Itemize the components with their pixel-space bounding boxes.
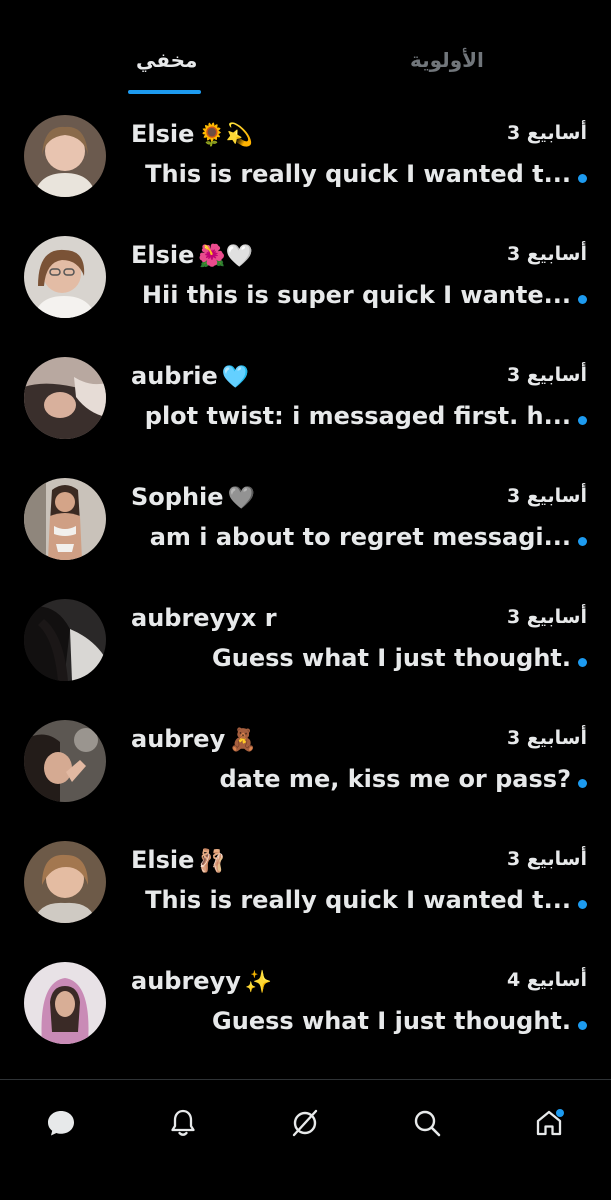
avatar[interactable] xyxy=(24,599,106,681)
avatar-photo xyxy=(24,478,106,560)
avatar-photo xyxy=(24,357,106,439)
conversation-time: 3 أسابيع xyxy=(506,122,587,144)
tab-hidden[interactable]: مخفي xyxy=(136,48,197,72)
message-preview: Hii this is super quick I wante... xyxy=(141,281,571,309)
unread-dot xyxy=(578,658,587,667)
avatar-photo xyxy=(24,841,106,923)
message-preview: plot twist: i messaged first. h... xyxy=(144,402,571,430)
unread-dot xyxy=(578,416,587,425)
message-preview: This is really quick I wanted t... xyxy=(145,886,571,914)
name-emoji: ✨ xyxy=(244,970,273,995)
conversation-name: aubreyy ✨ xyxy=(131,967,273,995)
grok-icon xyxy=(292,1109,318,1137)
search-tab[interactable] xyxy=(402,1098,452,1148)
conversation-row[interactable]: aubreyyx r 3 أسابيع Guess what I just th… xyxy=(0,584,611,705)
conversation-row[interactable]: aubrey 🧸 3 أسابيع date me, kiss me or pas… xyxy=(0,705,611,826)
conversation-name: Elsie 🌻💫 xyxy=(131,120,254,148)
avatar[interactable] xyxy=(24,357,106,439)
avatar-photo xyxy=(24,720,106,802)
conversation-name: Sophie 🩶 xyxy=(131,483,255,511)
message-preview: date me, kiss me or pass? xyxy=(219,765,571,793)
avatar-photo xyxy=(24,962,106,1044)
avatar[interactable] xyxy=(24,841,106,923)
unread-dot xyxy=(578,537,587,546)
avatar[interactable] xyxy=(24,962,106,1044)
avatar-photo xyxy=(24,599,106,681)
message-preview: Guess what I just thought. xyxy=(212,1007,571,1035)
bottom-nav xyxy=(0,1080,611,1200)
conversation-row[interactable]: Elsie 🌻💫 3 أسابيع This is really quick I … xyxy=(0,100,611,221)
unread-dot xyxy=(578,900,587,909)
tab-priority[interactable]: الأولوية xyxy=(410,48,484,72)
home-badge-dot xyxy=(556,1109,564,1117)
name-emoji: 🌻💫 xyxy=(198,123,254,148)
search-icon xyxy=(414,1110,441,1137)
conversation-list: Elsie 🌻💫 3 أسابيع This is really quick I … xyxy=(0,100,611,1068)
conversation-time: 3 أسابيع xyxy=(506,848,587,870)
conversation-name: aubrie 🩵 xyxy=(131,362,250,390)
conversation-row[interactable]: Elsie 🩰 3 أسابيع This is really quick I w… xyxy=(0,826,611,947)
unread-dot xyxy=(578,295,587,304)
name-emoji: 🩶 xyxy=(227,486,255,511)
message-preview: Guess what I just thought. xyxy=(212,644,571,672)
messages-icon xyxy=(48,1111,74,1136)
name-emoji: 🩰 xyxy=(198,849,226,874)
unread-dot xyxy=(578,1021,587,1030)
conversation-row[interactable]: aubrie 🩵 3 أسابيع plot twist: i messaged … xyxy=(0,342,611,463)
home-tab[interactable] xyxy=(524,1098,574,1148)
message-preview: am i about to regret messagi... xyxy=(149,523,571,551)
avatar[interactable] xyxy=(24,115,106,197)
conversation-time: 4 أسابيع xyxy=(506,969,587,991)
name-emoji: 🌺🤍 xyxy=(198,244,254,269)
unread-dot xyxy=(578,174,587,183)
conversation-time: 3 أسابيع xyxy=(506,727,587,749)
tab-bar: مخفي الأولوية xyxy=(0,0,611,100)
unread-dot xyxy=(578,779,587,788)
grok-tab[interactable] xyxy=(280,1098,330,1148)
notifications-icon xyxy=(171,1109,195,1136)
conversation-row[interactable]: aubreyy ✨ 4 أسابيع Guess what I just thou… xyxy=(0,947,611,1068)
avatar-photo xyxy=(24,115,106,197)
avatar-photo xyxy=(24,236,106,318)
notifications-tab[interactable] xyxy=(158,1098,208,1148)
name-emoji: 🩵 xyxy=(221,365,250,390)
conversation-time: 3 أسابيع xyxy=(506,243,587,265)
avatar[interactable] xyxy=(24,720,106,802)
conversation-row[interactable]: Sophie 🩶 3 أسابيع am i about to regret me… xyxy=(0,463,611,584)
name-emoji: 🧸 xyxy=(229,728,257,753)
message-preview: This is really quick I wanted t... xyxy=(145,160,571,188)
avatar[interactable] xyxy=(24,236,106,318)
conversation-name: aubrey 🧸 xyxy=(131,725,257,753)
conversation-row[interactable]: Elsie 🌺🤍 3 أسابيع Hii this is super quick… xyxy=(0,221,611,342)
conversation-name: Elsie 🩰 xyxy=(131,846,226,874)
messages-tab[interactable] xyxy=(36,1098,86,1148)
conversation-time: 3 أسابيع xyxy=(506,485,587,507)
conversation-time: 3 أسابيع xyxy=(506,606,587,628)
avatar[interactable] xyxy=(24,478,106,560)
conversation-time: 3 أسابيع xyxy=(506,364,587,386)
conversation-name: aubreyyx r xyxy=(131,604,277,632)
active-tab-indicator xyxy=(128,90,201,94)
conversation-name: Elsie 🌺🤍 xyxy=(131,241,254,269)
